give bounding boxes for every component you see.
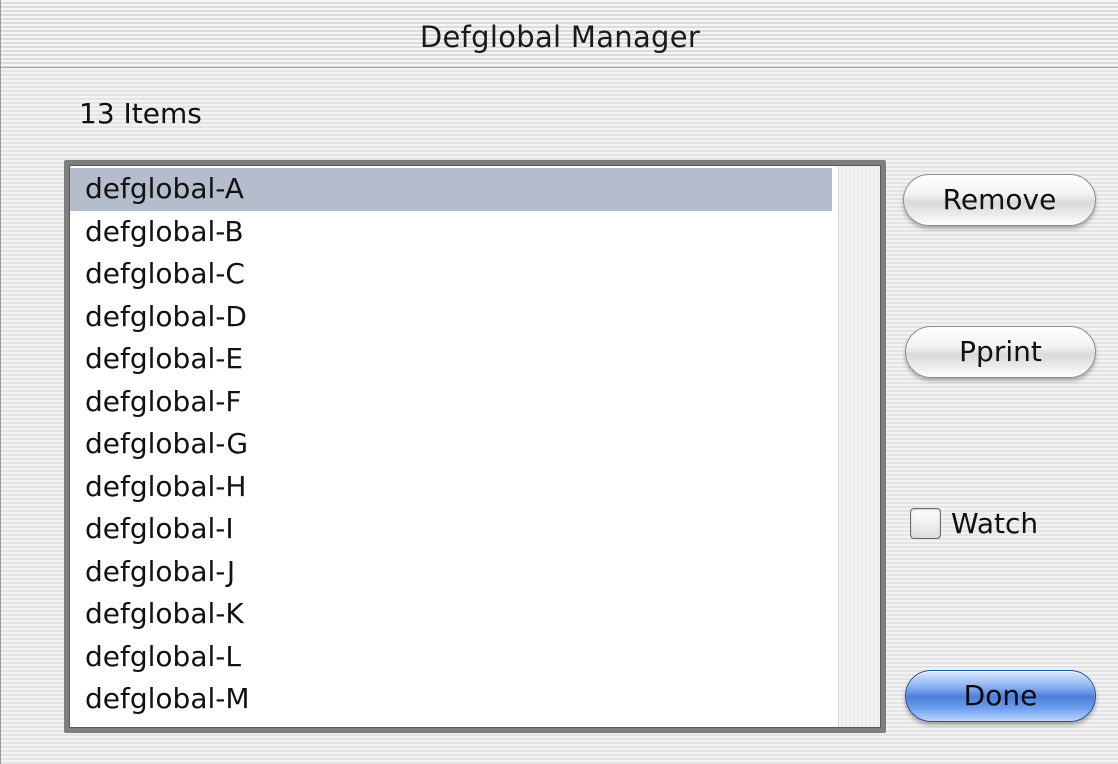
list-item[interactable]: defglobal-K	[70, 593, 832, 636]
list-item[interactable]: defglobal-I	[70, 508, 832, 551]
window-title: Defglobal Manager	[419, 20, 701, 54]
list-item[interactable]: defglobal-G	[70, 423, 832, 466]
list-item[interactable]: defglobal-F	[70, 381, 832, 424]
title-bar[interactable]: Defglobal Manager	[1, 0, 1118, 68]
list-item[interactable]: defglobal-J	[70, 551, 832, 594]
list-item[interactable]: defglobal-D	[70, 296, 832, 339]
defglobal-manager-window: Defglobal Manager 13 Items defglobal-A d…	[0, 0, 1118, 764]
list-item[interactable]: defglobal-C	[70, 253, 832, 296]
remove-button[interactable]: Remove	[903, 174, 1096, 226]
defglobal-list-items: defglobal-A defglobal-B defglobal-C defg…	[70, 168, 832, 721]
defglobal-list-frame: defglobal-A defglobal-B defglobal-C defg…	[64, 160, 886, 733]
list-item[interactable]: defglobal-M	[70, 678, 832, 721]
list-item[interactable]: defglobal-B	[70, 211, 832, 254]
list-scrollbar-track[interactable]	[838, 166, 880, 727]
defglobal-list[interactable]: defglobal-A defglobal-B defglobal-C defg…	[69, 165, 881, 728]
list-item[interactable]: defglobal-H	[70, 466, 832, 509]
list-item[interactable]: defglobal-A	[70, 168, 832, 211]
list-item[interactable]: defglobal-E	[70, 338, 832, 381]
watch-checkbox-group[interactable]: Watch	[910, 503, 1038, 543]
list-item[interactable]: defglobal-L	[70, 636, 832, 679]
watch-checkbox[interactable]	[910, 507, 941, 539]
watch-label[interactable]: Watch	[951, 507, 1038, 540]
pprint-button[interactable]: Pprint	[905, 326, 1096, 378]
item-count-label: 13 Items	[79, 97, 202, 130]
done-button[interactable]: Done	[905, 670, 1096, 722]
